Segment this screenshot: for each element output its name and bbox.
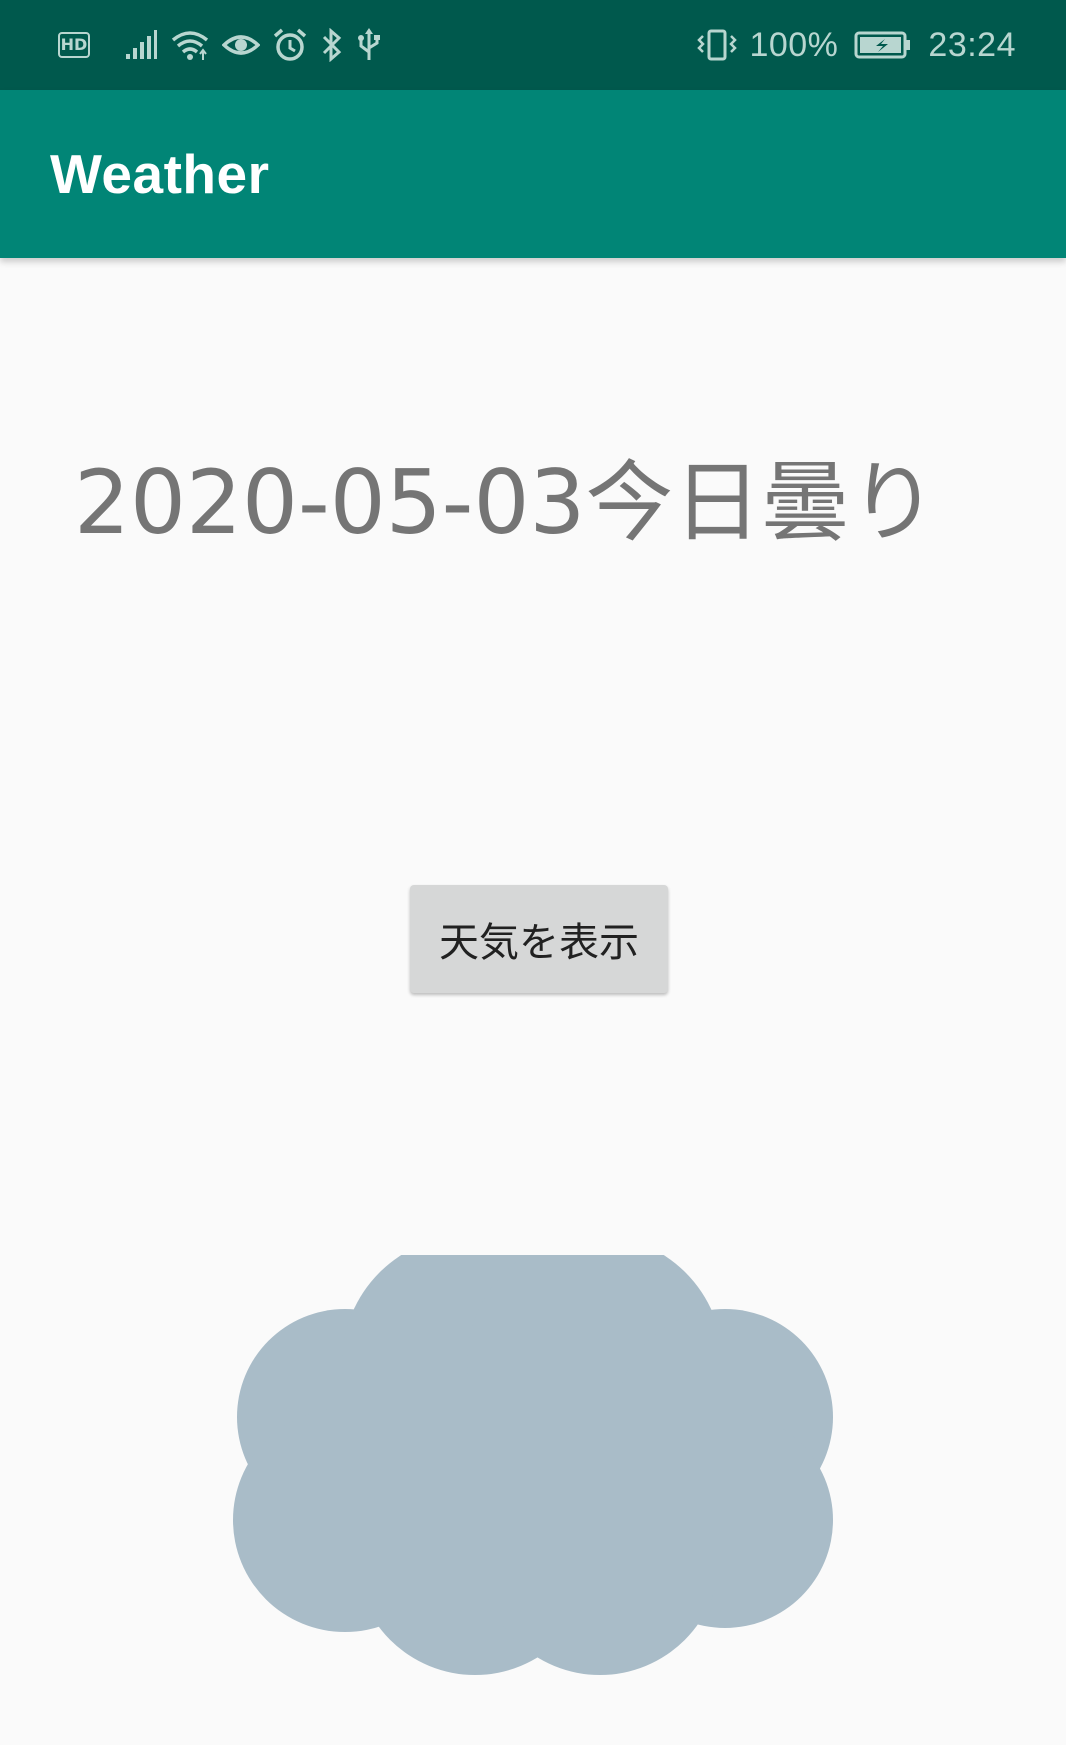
weather-text: 2020-05-03今日曇り — [74, 451, 938, 554]
app-bar: Weather — [0, 90, 1066, 258]
show-weather-button[interactable]: 天気を表示 — [410, 885, 668, 993]
eye-icon — [222, 31, 260, 59]
signal-icon — [124, 30, 158, 60]
usb-icon — [356, 28, 382, 62]
hd-icon: HD — [58, 32, 90, 58]
battery-charging-icon — [854, 30, 912, 60]
vibrate-icon — [695, 28, 739, 62]
app-title: Weather — [50, 143, 270, 205]
cloud-icon — [230, 1255, 860, 1699]
status-bar-right: 100% 23:24 — [695, 26, 1016, 65]
status-bar: HD 100% 23:24 — [0, 0, 1066, 90]
clock-time: 23:24 — [928, 25, 1016, 64]
wifi-icon — [170, 28, 210, 62]
battery-percent: 100% — [749, 25, 839, 64]
alarm-icon — [272, 28, 308, 62]
status-bar-left: HD — [58, 28, 382, 62]
bluetooth-icon — [320, 28, 344, 62]
